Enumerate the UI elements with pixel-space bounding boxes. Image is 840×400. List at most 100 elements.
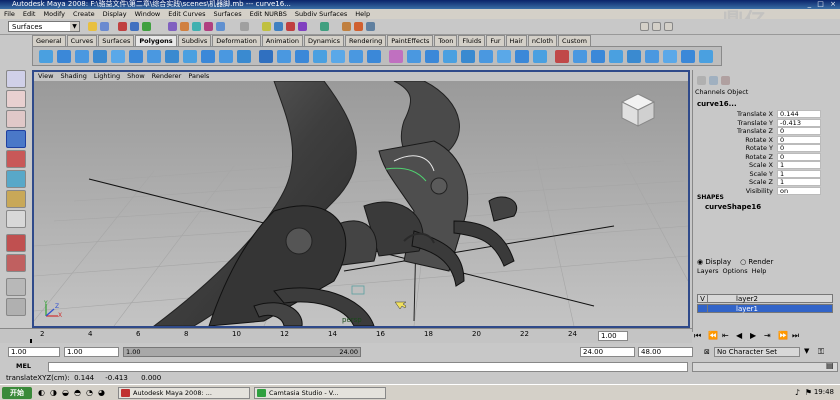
panel-icon[interactable] <box>721 76 730 85</box>
smooth-icon[interactable] <box>313 50 327 63</box>
menu-subdiv-surfaces[interactable]: Subdiv Surfaces <box>291 9 351 19</box>
separate-icon[interactable] <box>277 50 291 63</box>
shelf-tab-animation[interactable]: Animation <box>261 35 303 46</box>
ipr-render-icon[interactable] <box>354 22 363 31</box>
vp-menu-renderer[interactable]: Renderer <box>148 72 185 81</box>
shelf-tab-custom[interactable]: Custom <box>558 35 591 46</box>
menu-edit-curves[interactable]: Edit Curves <box>164 9 209 19</box>
attribute-value[interactable]: 0 <box>777 127 821 135</box>
taskbar-camtasia-button[interactable]: Camtasia Studio - V... <box>254 387 386 399</box>
vp-menu-shading[interactable]: Shading <box>56 72 89 81</box>
uv-editor-icon[interactable] <box>555 50 569 63</box>
bevel-icon[interactable] <box>515 50 529 63</box>
split-polygon-icon[interactable] <box>479 50 493 63</box>
display-radio[interactable]: ◉ Display <box>697 258 731 266</box>
shape-name[interactable]: curveShape16 <box>705 203 761 211</box>
poly-prism-icon[interactable] <box>147 50 161 63</box>
chevron-down-icon[interactable]: ▼ <box>804 347 809 355</box>
current-time-marker[interactable] <box>30 339 32 343</box>
layer-visibility-toggle[interactable]: V <box>698 295 708 303</box>
quicklaunch-icon[interactable]: ◓ <box>74 388 81 397</box>
save-icon[interactable] <box>100 22 109 31</box>
render-radio[interactable]: ○ Render <box>740 258 773 266</box>
shelf-tab-fluids[interactable]: Fluids <box>458 35 486 46</box>
menu-options[interactable]: Options <box>723 267 748 275</box>
attribute-row[interactable]: Translate X 0.144 <box>693 110 839 118</box>
poly-plane-icon[interactable] <box>111 50 125 63</box>
attribute-value[interactable]: on <box>777 186 821 195</box>
automatic-map-icon[interactable] <box>627 50 641 63</box>
select-object-icon[interactable] <box>130 22 139 31</box>
shelf-tab-curves[interactable]: Curves <box>66 35 98 46</box>
snap-view-icon[interactable] <box>298 22 307 31</box>
poly-pyramid-icon[interactable] <box>165 50 179 63</box>
attribute-value[interactable]: 0 <box>777 135 821 144</box>
time-slider[interactable]: 2 4 6 8 10 12 14 16 18 20 22 24 <box>0 328 692 343</box>
current-frame-field[interactable]: 1.00 <box>598 331 628 341</box>
tray-icon[interactable]: ♪ <box>795 388 800 397</box>
paint-select-icon[interactable] <box>6 110 26 128</box>
snap-point-icon[interactable] <box>286 22 295 31</box>
vp-menu-show[interactable]: Show <box>123 72 148 81</box>
quicklaunch-icon[interactable]: ◒ <box>62 388 69 397</box>
fill-hole-icon[interactable] <box>461 50 475 63</box>
attribute-editor-icon[interactable] <box>640 22 649 31</box>
layer-row[interactable]: Vlayer2 <box>697 294 833 303</box>
layout-four-icon[interactable] <box>6 254 26 272</box>
layout-outliner-icon[interactable] <box>6 298 26 316</box>
menu-window[interactable]: Window <box>131 9 165 19</box>
panel-icon[interactable] <box>709 76 718 85</box>
menu-surfaces[interactable]: Surfaces <box>209 9 245 19</box>
scale-tool-icon[interactable] <box>6 170 26 188</box>
extrude-icon[interactable] <box>407 50 421 63</box>
shelf-tab-dynamics[interactable]: Dynamics <box>303 35 345 46</box>
vp-menu-panels[interactable]: Panels <box>184 72 212 81</box>
render-settings-icon[interactable] <box>366 22 375 31</box>
render-icon[interactable] <box>342 22 351 31</box>
cylindrical-map-icon[interactable] <box>591 50 605 63</box>
range-slider[interactable]: 1.00 24.00 <box>123 347 361 357</box>
attribute-value[interactable]: 1 <box>777 169 821 178</box>
poly-platonic-icon[interactable] <box>237 50 251 63</box>
poly-sphere-icon[interactable] <box>39 50 53 63</box>
attribute-value[interactable]: 1 <box>777 178 821 186</box>
merge-icon[interactable] <box>533 50 547 63</box>
snap-grid-icon[interactable] <box>262 22 271 31</box>
shelf-tab-painteffects[interactable]: PaintEffects <box>387 35 434 46</box>
poly-helix-icon[interactable] <box>201 50 215 63</box>
poly-cone-icon[interactable] <box>93 50 107 63</box>
attribute-value[interactable]: 0 <box>777 144 821 152</box>
select-hierarchy-icon[interactable] <box>118 22 127 31</box>
step-forward-icon[interactable]: ⏩ <box>778 331 788 340</box>
tool-settings-icon[interactable] <box>652 22 661 31</box>
go-end-icon[interactable]: ⏭ <box>792 331 799 341</box>
menu-edit[interactable]: Edit <box>19 9 40 19</box>
menu-layer-help[interactable]: Help <box>752 267 767 275</box>
attribute-value[interactable]: 1 <box>777 161 821 169</box>
lasso-tool-icon[interactable] <box>6 90 26 108</box>
menu-modify[interactable]: Modify <box>39 9 69 19</box>
quicklaunch-icon[interactable]: ◑ <box>50 388 57 397</box>
boolean-intersection-icon[interactable] <box>367 50 381 63</box>
start-time-field[interactable]: 1.00 <box>8 347 60 357</box>
mask-icon[interactable] <box>168 22 177 31</box>
attribute-value[interactable]: -0.413 <box>777 118 821 127</box>
move-tool-icon[interactable] <box>6 130 26 148</box>
menu-channels[interactable]: Channels <box>695 88 725 96</box>
attribute-row[interactable]: Rotate X 0 <box>693 135 839 144</box>
sew-uv-icon[interactable] <box>663 50 677 63</box>
play-backward-icon[interactable]: ◀ <box>736 331 742 340</box>
start-button[interactable]: 开始 <box>2 387 32 399</box>
mirror-icon[interactable] <box>389 50 403 63</box>
command-language-label[interactable]: MEL <box>16 362 31 370</box>
last-tool-icon[interactable] <box>6 210 26 228</box>
cut-uv-icon[interactable] <box>645 50 659 63</box>
mask-icon[interactable] <box>216 22 225 31</box>
poly-cube-icon[interactable] <box>57 50 71 63</box>
menu-display[interactable]: Display <box>99 9 131 19</box>
history-icon[interactable] <box>320 22 329 31</box>
attribute-row[interactable]: Scale Y 1 <box>693 169 839 178</box>
insert-edge-loop-icon[interactable] <box>497 50 511 63</box>
object-name[interactable]: curve16... <box>697 100 737 108</box>
shelf-tab-toon[interactable]: Toon <box>434 35 458 46</box>
